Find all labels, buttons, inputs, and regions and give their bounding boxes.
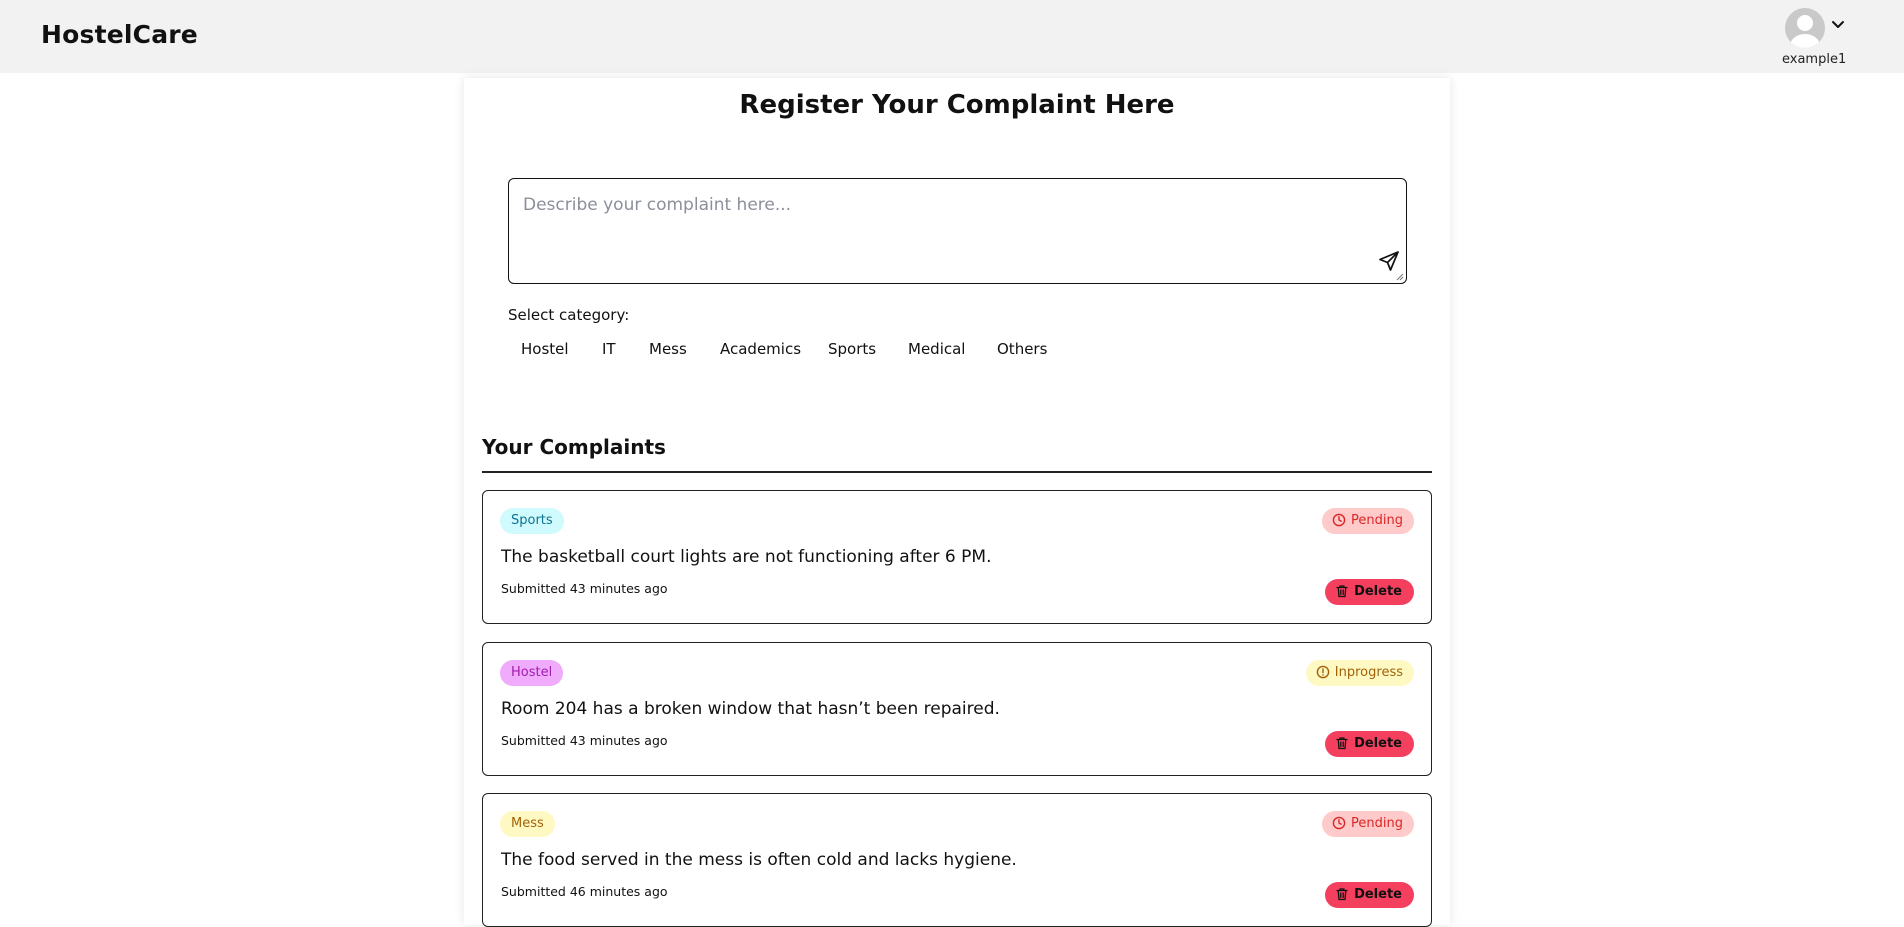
category-tag: Sports xyxy=(500,508,564,534)
complaint-text: The food served in the mess is often col… xyxy=(501,850,1017,870)
clock-icon xyxy=(1332,513,1346,527)
complaint-text: The basketball court lights are not func… xyxy=(501,547,992,567)
complaint-input[interactable] xyxy=(509,179,1406,283)
clock-icon xyxy=(1332,816,1346,830)
user-menu[interactable]: example1 xyxy=(1782,6,1854,70)
complaints-section-title: Your Complaints xyxy=(482,435,666,459)
complaint-card: Mess Pending The food served in the mess… xyxy=(482,793,1432,927)
category-label: Select category: xyxy=(508,306,630,324)
status-label: Pending xyxy=(1351,816,1403,831)
delete-label: Delete xyxy=(1354,584,1402,599)
complaint-textbox-container xyxy=(508,178,1407,284)
status-badge: Pending xyxy=(1322,811,1414,837)
status-badge: Pending xyxy=(1322,508,1414,534)
alert-circle-icon xyxy=(1316,665,1330,679)
delete-button[interactable]: Delete xyxy=(1325,731,1414,757)
delete-label: Delete xyxy=(1354,736,1402,751)
complaint-card: Sports Pending The basketball court ligh… xyxy=(482,490,1432,624)
delete-button[interactable]: Delete xyxy=(1325,579,1414,605)
brand-logo[interactable]: HostelCare xyxy=(41,20,198,49)
send-icon[interactable] xyxy=(1377,249,1401,273)
submitted-time: Submitted 43 minutes ago xyxy=(501,581,668,596)
complaint-panel: Register Your Complaint Here Select cate… xyxy=(464,78,1450,927)
category-tag: Hostel xyxy=(500,660,564,686)
category-option-academics[interactable]: Academics xyxy=(720,340,801,358)
delete-button[interactable]: Delete xyxy=(1325,882,1414,908)
status-label: Pending xyxy=(1351,513,1403,528)
trash-icon xyxy=(1336,888,1348,901)
category-option-medical[interactable]: Medical xyxy=(908,340,965,358)
status-label: Inprogress xyxy=(1334,665,1403,680)
submitted-time: Submitted 43 minutes ago xyxy=(501,733,668,748)
submitted-time: Submitted 46 minutes ago xyxy=(501,884,668,899)
top-navbar: HostelCare example1 xyxy=(0,0,1904,73)
category-option-it[interactable]: IT xyxy=(602,340,616,358)
category-option-sports[interactable]: Sports xyxy=(828,340,876,358)
user-avatar-icon[interactable] xyxy=(1785,8,1825,48)
resize-grip-icon[interactable] xyxy=(1396,273,1404,281)
complaint-text: Room 204 has a broken window that hasn’t… xyxy=(501,699,1000,719)
chevron-down-icon[interactable] xyxy=(1831,20,1845,30)
trash-icon xyxy=(1336,585,1348,598)
status-badge: Inprogress xyxy=(1305,660,1414,686)
category-option-mess[interactable]: Mess xyxy=(649,340,687,358)
trash-icon xyxy=(1336,737,1348,750)
page-title: Register Your Complaint Here xyxy=(739,90,1175,120)
section-divider xyxy=(482,471,1432,473)
category-option-hostel[interactable]: Hostel xyxy=(521,340,569,358)
delete-label: Delete xyxy=(1354,887,1402,902)
username-label: example1 xyxy=(1782,52,1847,67)
complaint-card: Hostel Inprogress Room 204 has a broken … xyxy=(482,642,1432,776)
category-tag: Mess xyxy=(500,811,555,837)
category-option-others[interactable]: Others xyxy=(997,340,1047,358)
